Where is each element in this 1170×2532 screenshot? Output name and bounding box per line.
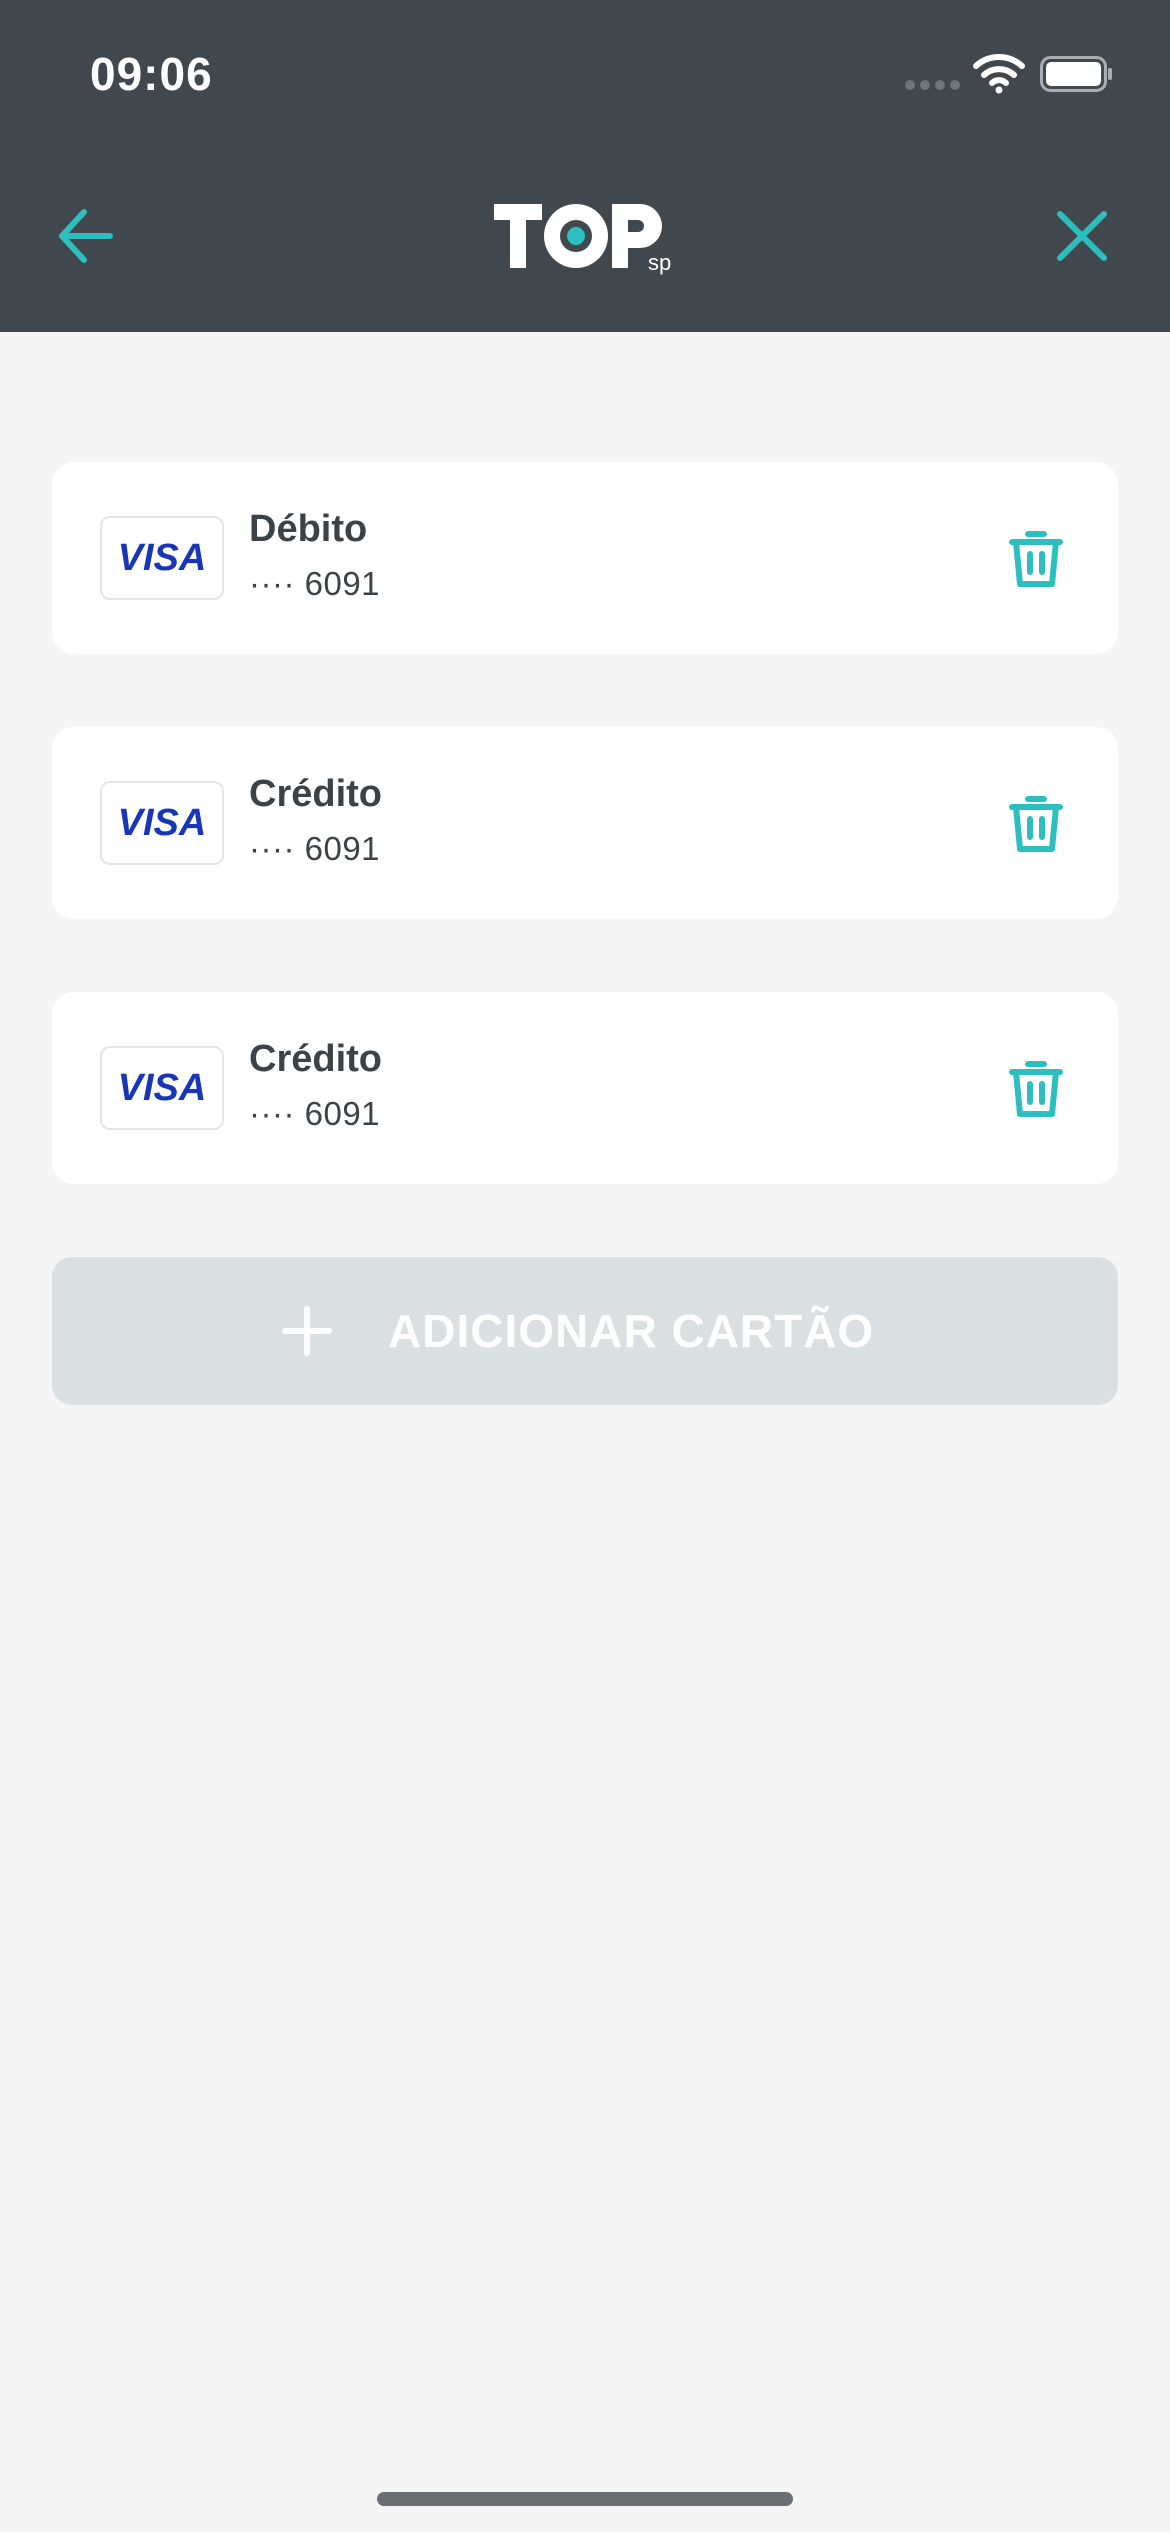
card-number: ···· 6091 [249, 565, 381, 602]
trash-icon [1009, 796, 1063, 852]
back-button[interactable] [54, 204, 118, 268]
close-icon [1057, 211, 1107, 261]
svg-text:VISA: VISA [118, 1067, 207, 1109]
card-number: ···· 6091 [249, 1095, 381, 1132]
add-card-button[interactable]: ADICIONAR CARTÃO [52, 1257, 1118, 1405]
wifi-icon [973, 54, 1025, 94]
cellular-signal-icon [905, 80, 961, 92]
payment-card-item[interactable]: VISA Débito ···· 6091 [52, 462, 1118, 654]
delete-card-button[interactable] [1004, 791, 1068, 855]
logo-suffix: sp [648, 250, 671, 275]
card-type-label: Crédito [249, 773, 382, 815]
trash-icon [1009, 1061, 1063, 1117]
trash-icon [1009, 531, 1063, 587]
svg-text:VISA: VISA [118, 537, 207, 579]
card-number: ···· 6091 [249, 830, 381, 867]
payment-card-item[interactable]: VISA Crédito ···· 6091 [52, 992, 1118, 1184]
plus-icon [282, 1306, 332, 1356]
visa-logo: VISA [100, 1046, 224, 1130]
delete-card-button[interactable] [1004, 1056, 1068, 1120]
visa-logo: VISA [100, 516, 224, 600]
payment-card-item[interactable]: VISA Crédito ···· 6091 [52, 727, 1118, 919]
visa-logo: VISA [100, 781, 224, 865]
home-indicator [377, 2492, 793, 2506]
app-header: 09:06 sp [0, 0, 1170, 332]
delete-card-button[interactable] [1004, 526, 1068, 590]
logo-mark [494, 204, 662, 268]
status-time: 09:06 [90, 48, 213, 100]
card-type-label: Débito [249, 508, 368, 550]
add-card-label: ADICIONAR CARTÃO [388, 1305, 875, 1357]
arrow-left-icon [59, 209, 113, 263]
svg-text:VISA: VISA [118, 802, 207, 844]
card-type-label: Crédito [249, 1038, 382, 1080]
top-sp-logo: sp [494, 204, 671, 275]
battery-icon [1040, 56, 1112, 92]
close-button[interactable] [1054, 208, 1110, 264]
